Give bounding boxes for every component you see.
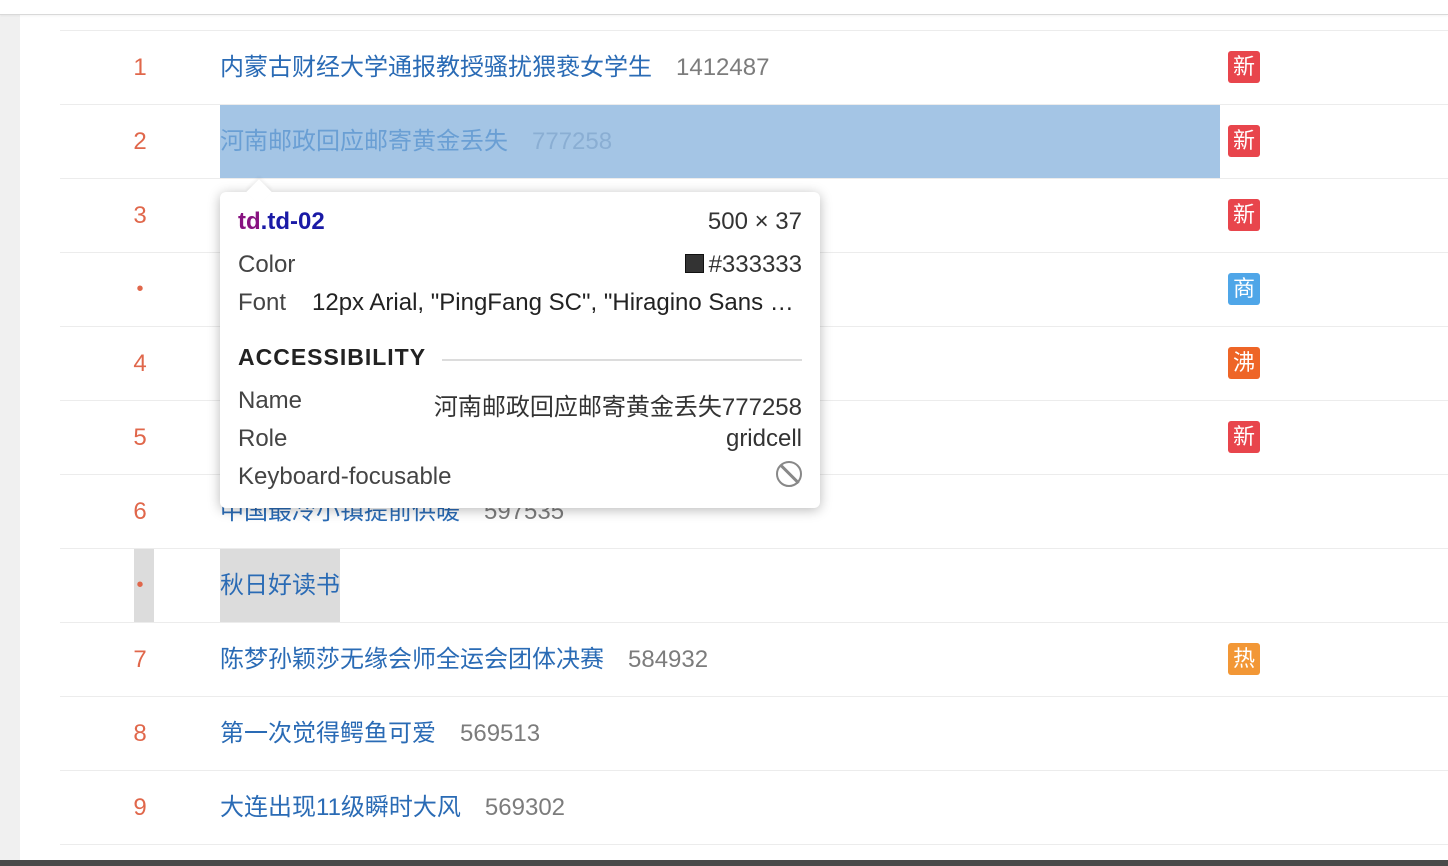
badge-new: 新 [1228,51,1260,83]
table-row: 1 内蒙古财经大学通报教授骚扰猥亵女学生 1412487 新 [60,31,1448,105]
topic-cell[interactable]: 内蒙古财经大学通报教授骚扰猥亵女学生 1412487 [220,31,1220,104]
topic-count: 777258 [532,128,613,155]
topic-count: 569302 [484,794,566,821]
table-row: 7 陈梦孙颖莎无缘会师全运会团体决赛 584932 热 [60,623,1448,697]
topic-title: 第一次觉得鳄鱼可爱 [220,720,436,747]
table-row: • 秋日好读书 [60,549,1448,623]
tooltip-color-row: Color #333333 [238,251,802,279]
rank-dot: • [136,574,144,596]
rank-number: 8 [133,720,147,747]
topic-link[interactable]: 陈梦孙颖莎无缘会师全运会团体决赛 584932 [220,623,708,696]
selector-tag: td [238,208,261,235]
rank-number: 9 [133,794,147,821]
badge-boil: 沸 [1228,347,1260,379]
topic-link[interactable]: 第一次觉得鳄鱼可爱 569513 [220,697,540,770]
tooltip-name-row: Name 河南邮政回应邮寄黄金丢失777258 [238,387,802,421]
left-gutter [0,0,20,866]
badge-new: 新 [1228,199,1260,231]
topic-cell[interactable]: 陈梦孙颖莎无缘会师全运会团体决赛 584932 [220,623,1220,696]
topic-link[interactable]: 秋日好读书 [220,549,340,622]
badge-new: 新 [1228,421,1260,453]
name-label: Name [238,387,303,414]
tooltip-selector: td.td-02 500 × 37 [238,208,802,236]
keyboard-focusable-label: Keyboard-focusable [238,463,452,490]
rank-number: 7 [133,646,147,673]
topic-link[interactable]: 大连出现11级瞬时大风 569302 [220,771,565,844]
section-divider [442,359,802,361]
rank-number: 3 [133,202,147,229]
role-label: Role [238,425,288,452]
color-value: #333333 [684,251,802,279]
rank-number: 4 [133,350,147,377]
rank-number: 5 [133,424,147,451]
topic-title: 秋日好读书 [220,572,340,599]
accessibility-title: ACCESSIBILITY [238,344,427,370]
rank-number: 1 [133,54,147,81]
color-label: Color [238,251,296,278]
topic-cell-highlighted[interactable]: 河南邮政回应邮寄黄金丢失 777258 [220,105,1220,178]
devtools-inspect-tooltip: td.td-02 500 × 37 Color #333333 Font 12p… [220,192,820,508]
tooltip-keyboard-row: Keyboard-focusable [238,461,802,491]
topic-link[interactable]: 河南邮政回应邮寄黄金丢失 777258 [220,105,612,178]
topic-title: 内蒙古财经大学通报教授骚扰猥亵女学生 [220,54,652,81]
topic-cell[interactable]: 大连出现11级瞬时大风 569302 [220,771,1220,844]
topic-title: 河南邮政回应邮寄黄金丢失 [220,128,508,155]
topic-count: 1412487 [676,54,770,81]
top-edge-bar [0,0,1448,15]
color-hex: #333333 [708,251,802,278]
color-swatch [684,254,704,273]
badge-hot: 热 [1228,643,1260,675]
tooltip-role-row: Role gridcell [238,425,802,453]
topic-count: 569513 [460,720,541,747]
table-row: 9 大连出现11级瞬时大风 569302 [60,771,1448,845]
badge-biz: 商 [1228,273,1260,305]
topic-title: 陈梦孙颖莎无缘会师全运会团体决赛 [220,646,604,673]
tooltip-accessibility-header: ACCESSIBILITY [238,344,802,372]
rank-dot: • [136,278,144,300]
element-dimensions: 500 × 37 [707,208,802,235]
font-label: Font [238,289,287,316]
topic-cell[interactable]: 第一次觉得鳄鱼可爱 569513 [220,697,1220,770]
selector-class: .td-02 [260,208,325,235]
rank-number: 2 [133,128,147,155]
topic-count: 584932 [628,646,709,673]
bottom-edge [0,860,1448,866]
font-value: 12px Arial, "PingFang SC", "Hiragino San… [312,289,802,316]
topic-title: 大连出现11级瞬时大风 [220,794,461,821]
table-row: 2 河南邮政回应邮寄黄金丢失 777258 新 [60,105,1448,179]
role-value: gridcell [725,425,802,452]
not-allowed-icon [776,461,802,487]
topic-link[interactable]: 内蒙古财经大学通报教授骚扰猥亵女学生 1412487 [220,31,769,104]
table-row: 8 第一次觉得鳄鱼可爱 569513 [60,697,1448,771]
tooltip-font-row: Font 12px Arial, "PingFang SC", "Hiragin… [238,289,802,317]
badge-new: 新 [1228,125,1260,157]
rank-number: 6 [133,498,147,525]
name-value: 河南邮政回应邮寄黄金丢失777258 [433,394,802,421]
topic-cell[interactable]: 秋日好读书 [220,549,1220,622]
